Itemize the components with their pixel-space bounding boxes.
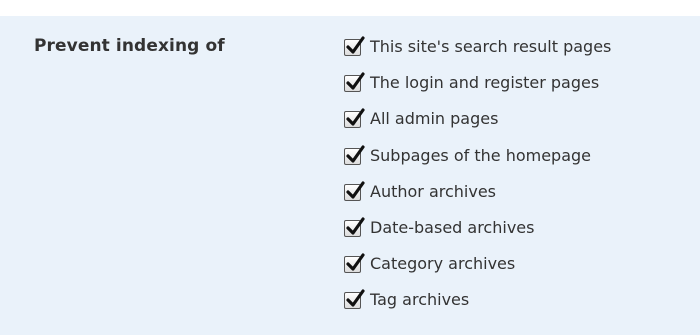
checkbox[interactable] <box>344 289 365 310</box>
option-label: Author archives <box>370 181 497 201</box>
checkmark-icon <box>346 144 365 163</box>
checkbox[interactable] <box>344 72 365 93</box>
checkbox[interactable] <box>344 36 365 56</box>
option-login-register-pages[interactable]: The login and register pages <box>344 72 611 108</box>
checkmark-icon <box>346 72 365 90</box>
checkmark-icon <box>346 181 365 199</box>
checkmark-icon <box>346 36 365 54</box>
option-label: Category archives <box>370 254 516 274</box>
option-tag-archives[interactable]: Tag archives <box>344 289 611 325</box>
option-author-archives[interactable]: Author archives <box>344 181 611 217</box>
option-label: Tag archives <box>370 290 470 310</box>
option-search-result-pages[interactable]: This site's search result pages <box>344 36 611 72</box>
checkmark-icon <box>346 253 365 271</box>
option-label: Date-based archives <box>370 217 535 237</box>
checkbox[interactable] <box>344 108 365 129</box>
checkbox[interactable] <box>344 217 365 237</box>
settings-panel: Prevent indexing of This site's search r… <box>0 16 700 335</box>
option-admin-pages[interactable]: All admin pages <box>344 108 611 144</box>
checkbox[interactable] <box>344 253 365 274</box>
option-label: Subpages of the homepage <box>370 145 592 165</box>
option-category-archives[interactable]: Category archives <box>344 253 611 289</box>
option-label: This site's search result pages <box>370 37 612 56</box>
setting-label: Prevent indexing of <box>34 36 225 56</box>
option-date-archives[interactable]: Date-based archives <box>344 217 611 253</box>
checkbox[interactable] <box>344 144 365 165</box>
option-label: The login and register pages <box>370 73 600 93</box>
checkmark-icon <box>346 289 365 307</box>
checkmark-icon <box>346 108 365 126</box>
checkbox-list: This site's search result pages The logi… <box>344 36 611 326</box>
checkmark-icon <box>346 217 365 235</box>
option-homepage-subpages[interactable]: Subpages of the homepage <box>344 144 611 181</box>
checkbox[interactable] <box>344 181 365 201</box>
option-label: All admin pages <box>370 109 499 129</box>
